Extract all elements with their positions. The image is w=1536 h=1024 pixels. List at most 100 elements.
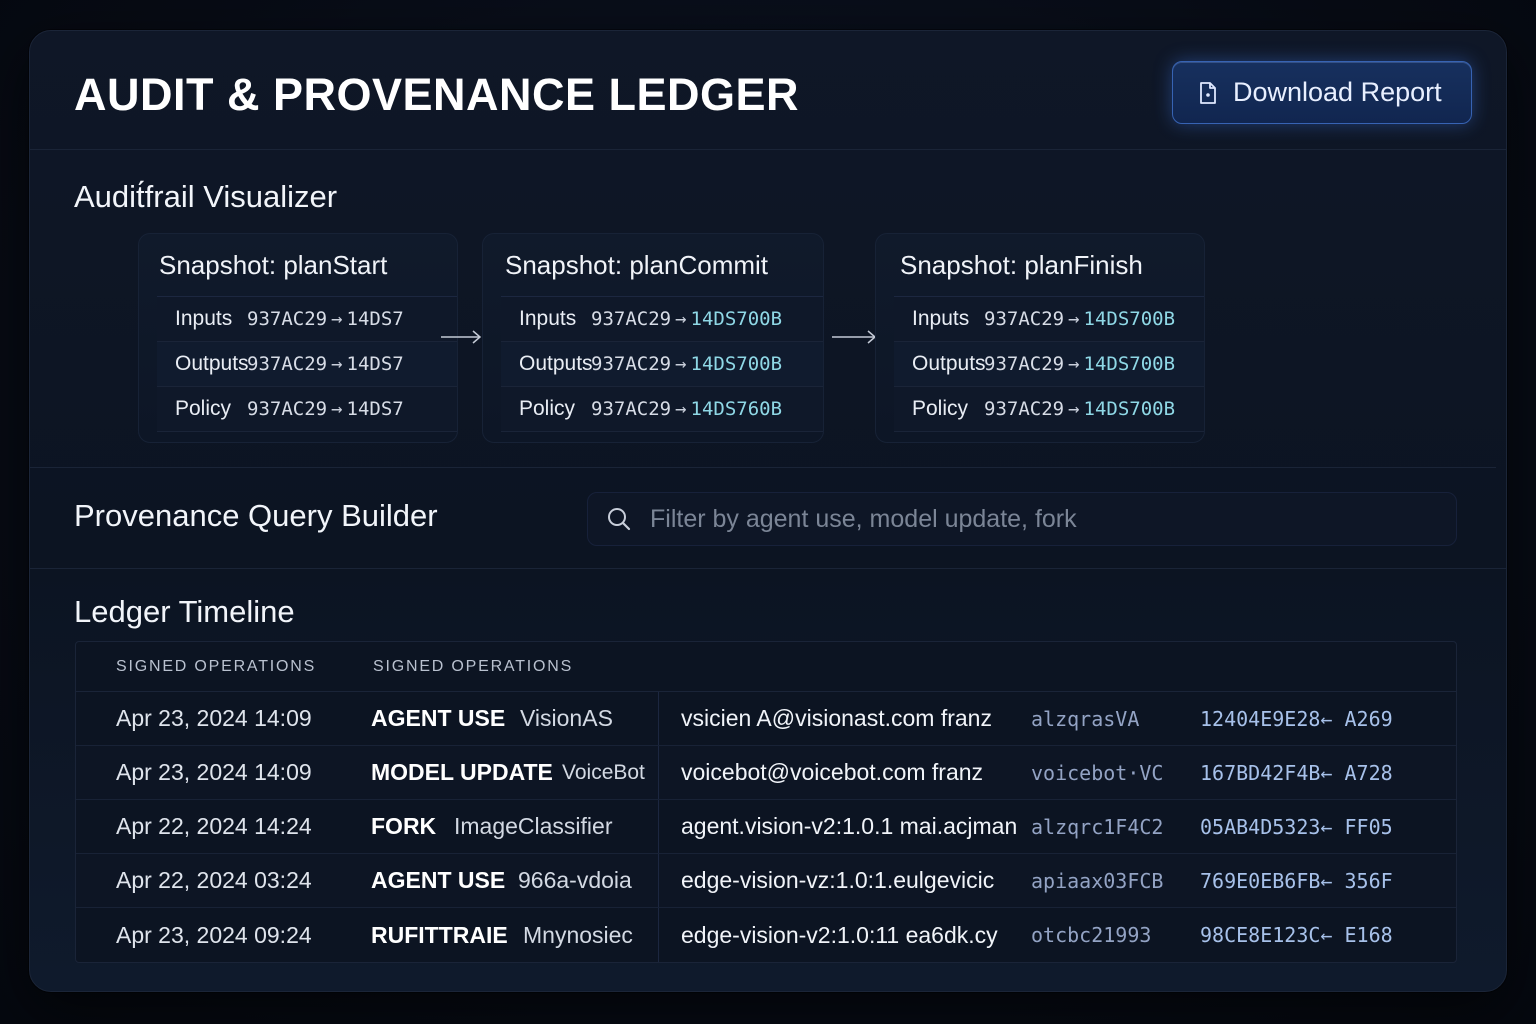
- snapshot-key: Inputs: [175, 307, 233, 330]
- document-icon: [1199, 81, 1217, 104]
- snapshot-card-planfinish[interactable]: Snapshot: planFinish Inputs 937AC29 → 14DS…: [875, 233, 1205, 443]
- table-row[interactable]: Apr 22, 2024 03:24 AGENT USE 966a-vdoia …: [76, 854, 1456, 908]
- column-header[interactable]: SIGNED OPERATIONS: [116, 658, 316, 676]
- arrow-right-icon: →: [331, 308, 343, 330]
- arrow-right-icon: →: [331, 353, 343, 375]
- row-hash: 98CE8E123C← E168: [1200, 923, 1393, 947]
- hash-from: 937AC29: [247, 353, 328, 375]
- arrow-right-icon: →: [675, 308, 687, 330]
- section-divider: [30, 467, 1496, 468]
- snapshot-hash: 937AC29 → 14DS700B: [591, 308, 782, 330]
- snapshot-hash: 937AC29 → 14DS700B: [984, 353, 1175, 375]
- snapshot-key: Policy: [912, 397, 969, 420]
- hash-to: 14DS700B: [1083, 353, 1176, 375]
- row-signer: voicebot@voicebot.com franz: [681, 759, 984, 785]
- table-row[interactable]: Apr 22, 2024 14:24 FORK ImageClassifier …: [76, 800, 1456, 854]
- row-operation: AGENT USE: [371, 867, 506, 893]
- row-signer: edge-vision-vz:1.0:1.eulgevicic: [681, 867, 995, 893]
- hash-to: 14DS700B: [1083, 398, 1176, 420]
- snapshot-card-plancommit[interactable]: Snapshot: planCommit Inputs 937AC29 → 14DS…: [482, 233, 824, 443]
- snapshot-table: Inputs 937AC29 → 14DS700B Outputs 937AC29 →…: [894, 296, 1204, 432]
- table-row[interactable]: Apr 23, 2024 14:09 AGENT USE VisionAS vs…: [76, 692, 1456, 746]
- row-date: Apr 22, 2024 03:24: [116, 867, 312, 893]
- snapshot-hash: 937AC29 → 14DS700B: [984, 398, 1175, 420]
- snapshot-title: Snapshot: planCommit: [505, 250, 769, 280]
- column-header[interactable]: SIGNED OPERATIONS: [373, 658, 573, 676]
- section-divider: [30, 568, 1506, 569]
- snapshot-title: Snapshot: planFinish: [900, 250, 1143, 280]
- snapshot-row-outputs: Outputs 937AC29 → 14DS7: [157, 342, 457, 387]
- hash-to: 14DS760B: [690, 398, 783, 420]
- snapshot-row-inputs: Inputs 937AC29 → 14DS700B: [894, 297, 1204, 342]
- snapshot-hash: 937AC29 → 14DS760B: [591, 398, 782, 420]
- snapshot-hash: 937AC29 → 14DS700B: [984, 308, 1175, 330]
- ledger-title: Ledger Timeline: [74, 594, 295, 629]
- hash-from: 937AC29: [591, 398, 672, 420]
- hash-to: 14DS7: [346, 398, 404, 420]
- snapshot-table: Inputs 937AC29 → 14DS700B Outputs 937AC29 →…: [501, 296, 823, 432]
- table-row[interactable]: Apr 23, 2024 09:24 RUFITTRAIE Mnynosiec …: [76, 908, 1456, 962]
- arrow-right-icon: →: [1068, 308, 1080, 330]
- search-bar[interactable]: [587, 492, 1457, 546]
- hash-from: 937AC29: [591, 353, 672, 375]
- row-agent: VisionAS: [520, 705, 613, 731]
- query-builder-title: Provenance Query Builder: [74, 498, 438, 533]
- flow-arrow-icon: [441, 330, 482, 344]
- row-date: Apr 23, 2024 14:09: [116, 705, 312, 731]
- row-operation: FORK: [371, 813, 437, 839]
- arrow-right-icon: →: [1068, 398, 1080, 420]
- hash-to: 14DS700B: [690, 353, 783, 375]
- hash-to: 14DS7: [346, 308, 404, 330]
- snapshot-key: Policy: [519, 397, 576, 420]
- row-operation: RUFITTRAIE: [371, 921, 508, 948]
- snapshot-key: Outputs: [912, 352, 986, 375]
- row-hash: 05AB4D5323← FF05: [1200, 814, 1393, 839]
- ledger-table: SIGNED OPERATIONS SIGNED OPERATIONS Apr …: [75, 641, 1457, 963]
- column-divider: [658, 692, 659, 745]
- hash-to: 14DS7: [346, 353, 404, 375]
- row-hash: 12404E9E28← A269: [1200, 706, 1393, 731]
- row-signer: vsicien A@visionast.com franz: [681, 705, 992, 731]
- row-key: alzqrc1F4C2: [1031, 814, 1164, 839]
- column-divider: [658, 908, 659, 962]
- arrow-right-icon: →: [675, 353, 687, 375]
- ledger-header-row: SIGNED OPERATIONS SIGNED OPERATIONS: [76, 642, 1456, 692]
- arrow-right-icon: →: [675, 398, 687, 420]
- download-report-button[interactable]: Download Report: [1172, 61, 1472, 124]
- row-operation: AGENT USE: [371, 705, 506, 731]
- column-divider: [658, 800, 659, 853]
- snapshot-table: Inputs 937AC29 → 14DS7 Outputs 937AC29 → 14D…: [157, 296, 457, 432]
- snapshot-row-outputs: Outputs 937AC29 → 14DS700B: [894, 342, 1204, 387]
- snapshot-card-planstart[interactable]: Snapshot: planStart Inputs 937AC29 → 14DS7…: [138, 233, 458, 443]
- flow-arrow-icon: [832, 330, 877, 344]
- row-key: alzqrasVA: [1031, 706, 1140, 731]
- snapshot-row-inputs: Inputs 937AC29 → 14DS700B: [501, 297, 823, 342]
- column-divider: [658, 854, 659, 907]
- row-operation: MODEL UPDATE: [371, 759, 553, 785]
- row-key: otcbc21993: [1031, 923, 1152, 947]
- row-hash: 769E0EB6FB← 356F: [1200, 868, 1393, 893]
- snapshot-row-inputs: Inputs 937AC29 → 14DS7: [157, 297, 457, 342]
- row-key: apiaax03FCB: [1031, 868, 1164, 893]
- snapshot-hash: 937AC29 → 14DS7: [247, 308, 404, 330]
- snapshot-row-outputs: Outputs 937AC29 → 14DS700B: [501, 342, 823, 387]
- hash-from: 937AC29: [984, 353, 1065, 375]
- snapshot-key: Policy: [175, 397, 232, 420]
- snapshot-row-policy: Policy 937AC29 → 14DS760B: [501, 387, 823, 432]
- row-date: Apr 23, 2024 09:24: [116, 921, 312, 948]
- audit-trail-title: Audit́frail Visualizer: [74, 179, 338, 214]
- table-row[interactable]: Apr 23, 2024 14:09 MODEL UPDATE VoiceBot…: [76, 746, 1456, 800]
- page-title: AUDIT & PROVENANCE LEDGER: [74, 69, 800, 120]
- hash-from: 937AC29: [247, 398, 328, 420]
- snapshot-key: Inputs: [912, 307, 970, 330]
- row-signer: agent.vision-v2:1.0.1 mai.acjman: [681, 813, 1018, 839]
- snapshot-row-policy: Policy 937AC29 → 14DS700B: [894, 387, 1204, 432]
- hash-from: 937AC29: [247, 308, 328, 330]
- row-date: Apr 23, 2024 14:09: [116, 759, 312, 785]
- ledger-panel: AUDIT & PROVENANCE LEDGER Download Repor…: [29, 30, 1507, 992]
- search-input[interactable]: [650, 504, 1410, 534]
- arrow-right-icon: →: [1068, 353, 1080, 375]
- row-signer: edge-vision-v2:1.0:11 ea6dk.cy: [681, 921, 998, 948]
- hash-to: 14DS700B: [1083, 308, 1176, 330]
- header-divider: [30, 149, 1506, 150]
